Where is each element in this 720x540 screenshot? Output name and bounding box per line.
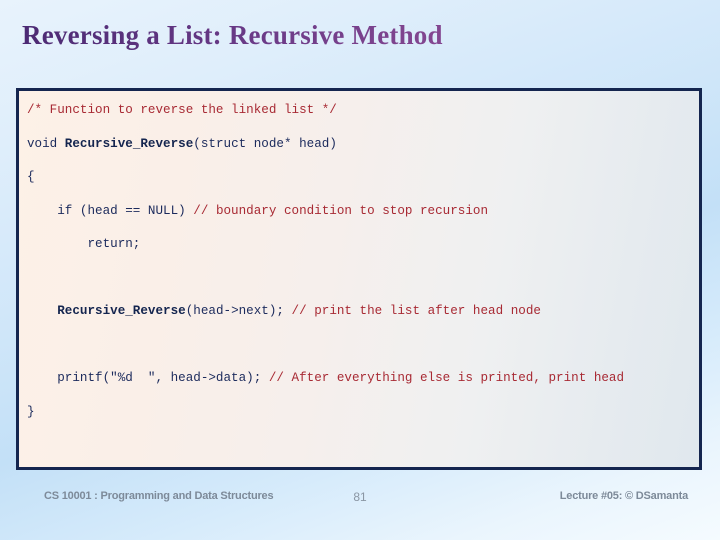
code-line: return; <box>27 228 699 262</box>
page-title: Reversing a List: Recursive Method <box>22 18 682 52</box>
code-identifier: Recursive_Reverse <box>57 304 186 318</box>
code-comment: // print the list after head node <box>291 304 541 318</box>
code-line: /* Function to reverse the linked list *… <box>27 94 699 128</box>
code-comment: // boundary condition to stop recursion <box>193 203 489 218</box>
code-line: /* It should be called from the main() f… <box>27 463 699 468</box>
code-token: printf("%d ", head->data); <box>27 371 269 385</box>
code-token: } <box>27 404 35 419</box>
code-token: return; <box>27 237 141 251</box>
code-line: void Recursive_Reverse(struct node* head… <box>27 128 699 162</box>
code-line: printf("%d ", head->data); // After ever… <box>27 362 699 396</box>
code-line: } <box>27 396 699 430</box>
code-line: if (head == NULL) // boundary condition … <box>27 195 699 229</box>
code-identifier: Recursive_Reverse <box>64 136 194 151</box>
slide-footer: CS 10001 : Programming and Data Structur… <box>0 490 720 510</box>
footer-lecture-label: Lecture #05: © DSamanta <box>559 490 688 502</box>
code-token: (struct node* head) <box>193 136 337 151</box>
code-token: void <box>27 136 65 151</box>
code-token: (head->next); <box>185 304 292 318</box>
slide-canvas: Reversing a List: Recursive Method /* Fu… <box>0 0 720 540</box>
code-line: { <box>27 161 699 195</box>
code-token: { <box>27 170 35 184</box>
code-block-container: /* Function to reverse the linked list *… <box>16 88 702 470</box>
code-line: Recursive_Reverse(head->next); // print … <box>27 295 699 329</box>
code-token: if (head == NULL) <box>27 203 194 218</box>
code-listing: /* Function to reverse the linked list *… <box>27 94 699 468</box>
code-comment: /* Function to reverse the linked list *… <box>27 103 337 117</box>
code-comment: // After everything else is printed, pri… <box>268 371 625 385</box>
